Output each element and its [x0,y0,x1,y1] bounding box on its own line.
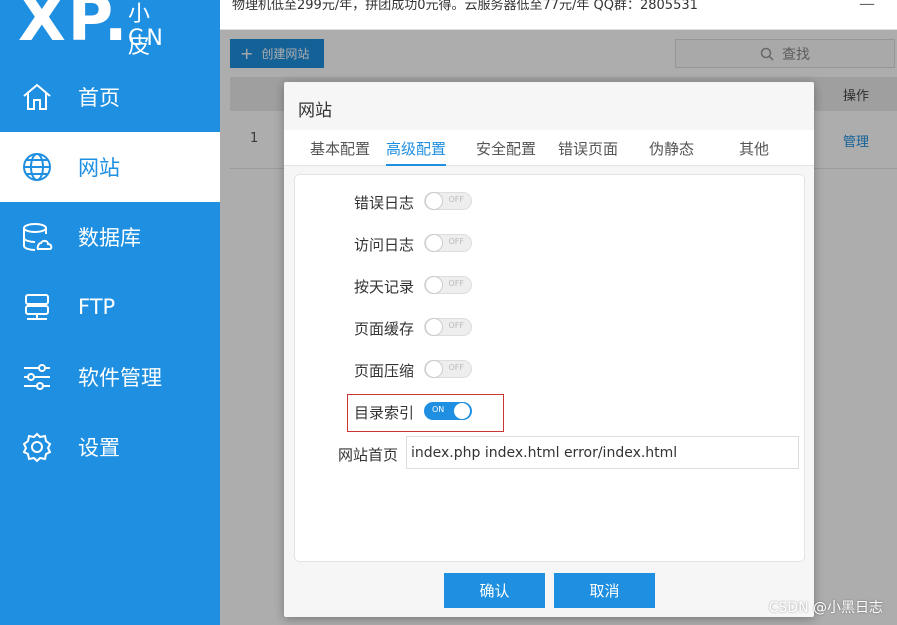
tab-advanced-config[interactable]: 高级配置 [386,138,447,166]
toggle-knob [425,276,443,294]
sidebar-item-home[interactable]: 首页 [0,62,220,132]
tab-rewrite[interactable]: 伪静态 [649,138,694,164]
dialog-title: 网站 [298,101,332,121]
tab-basic-config[interactable]: 基本配置 [310,138,370,164]
page-compression-label: 页面压缩 [354,362,415,380]
server-icon [20,290,54,324]
sidebar-item-database[interactable]: 数据库 [0,202,220,272]
toggle-state: OFF [448,363,465,372]
toggle-knob [425,234,443,252]
error-log-label: 错误日志 [354,194,415,212]
daily-log-toggle[interactable]: OFF [424,276,472,294]
notice-bar: 物理机低至299元/年，拼团成功0元得。云服务器低至77元/年 QQ群：2805… [220,0,897,30]
toggle-knob [425,318,443,336]
tab-error-pages[interactable]: 错误页面 [558,138,618,164]
sidebar: XP. 小皮 CN 首页 网站 数据库 FTP 软件管理 设置 [0,0,220,625]
toggle-state: OFF [448,321,465,330]
notice-text[interactable]: 物理机低至299元/年，拼团成功0元得。云服务器低至77元/年 QQ群：2805… [232,0,698,13]
access-log-label: 访问日志 [354,236,415,254]
error-log-toggle[interactable]: OFF [424,192,472,210]
tab-security-config[interactable]: 安全配置 [476,138,536,164]
page-compression-toggle[interactable]: OFF [424,360,472,378]
sidebar-item-label: 设置 [78,436,120,460]
page-cache-toggle[interactable]: OFF [424,318,472,336]
watermark: CSDN @小黑日志 [768,600,883,616]
toggle-knob [425,360,443,378]
homepage-label: 网站首页 [338,446,399,464]
directory-index-label: 目录索引 [354,404,415,422]
confirm-button[interactable]: 确认 [444,573,545,608]
toggle-state: ON [432,405,445,414]
sidebar-item-label: FTP [78,295,116,319]
toggle-state: OFF [448,195,465,204]
gear-icon [20,430,54,464]
sidebar-item-website[interactable]: 网站 [0,132,220,202]
tab-other[interactable]: 其他 [739,138,769,164]
directory-index-toggle[interactable]: ON [424,402,472,420]
globe-icon [20,150,54,184]
sidebar-nav: 首页 网站 数据库 FTP 软件管理 设置 [0,62,220,482]
toggle-knob [453,402,471,420]
sidebar-item-label: 数据库 [78,226,141,250]
sliders-icon [20,360,54,394]
sidebar-item-label: 首页 [78,86,120,110]
toggle-knob [425,192,443,210]
sidebar-item-ftp[interactable]: FTP [0,272,220,342]
sidebar-item-settings[interactable]: 设置 [0,412,220,482]
website-config-dialog: 网站 基本配置 高级配置 安全配置 错误页面 伪静态 其他 错误日志 OFF 访… [284,82,814,617]
advanced-config-panel: 错误日志 OFF 访问日志 OFF 按天记录 OFF 页面缓存 OFF 页面压缩… [294,174,805,562]
cancel-button[interactable]: 取消 [554,573,655,608]
logo-brand: XP. [18,0,130,55]
toggle-state: OFF [448,237,465,246]
sidebar-item-software[interactable]: 软件管理 [0,342,220,412]
sidebar-item-label: 软件管理 [78,366,162,390]
daily-log-label: 按天记录 [354,278,415,296]
home-icon [20,80,54,114]
page-cache-label: 页面缓存 [354,320,415,338]
sidebar-item-label: 网站 [78,156,120,180]
tab-bar: 基本配置 高级配置 安全配置 错误页面 伪静态 其他 [284,130,814,166]
logo-sub: CN [128,26,166,51]
access-log-toggle[interactable]: OFF [424,234,472,252]
database-icon [20,220,54,254]
homepage-input[interactable] [406,436,799,469]
toggle-state: OFF [448,279,465,288]
minimize-icon[interactable]: — [859,0,875,13]
